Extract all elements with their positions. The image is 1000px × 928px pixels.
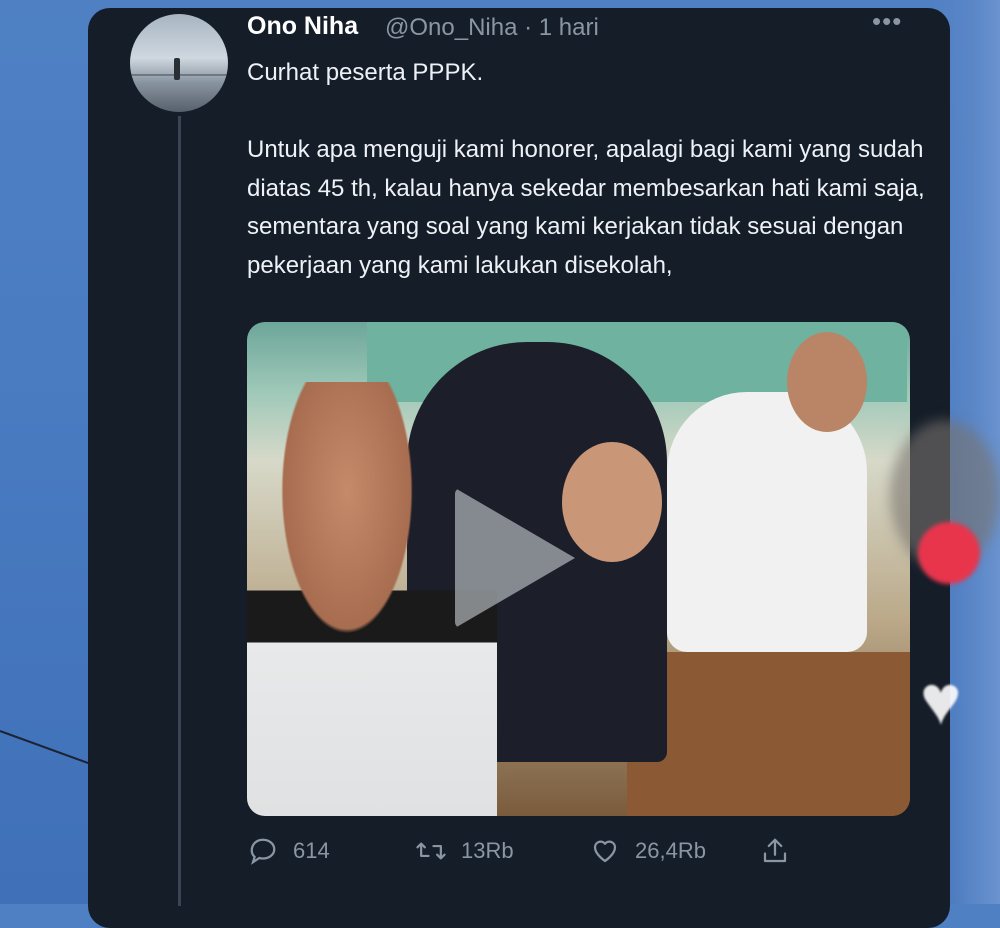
overlay-heart-icon: ♥ xyxy=(920,661,962,739)
reply-icon xyxy=(247,835,279,867)
video-person-right xyxy=(667,392,867,652)
reply-count: 614 xyxy=(293,838,330,863)
video-person-right-head xyxy=(787,332,867,432)
retweet-button[interactable]: 13Rb xyxy=(415,835,514,867)
avatar-figure xyxy=(174,58,180,80)
play-icon[interactable] xyxy=(455,488,575,628)
reply-button[interactable]: 614 xyxy=(247,835,330,867)
background-line xyxy=(0,730,90,765)
more-options-icon[interactable]: ••• xyxy=(872,6,902,37)
like-count: 26,4Rb xyxy=(635,838,706,863)
share-button[interactable] xyxy=(759,835,805,867)
record-indicator xyxy=(918,522,980,584)
like-button[interactable]: 26,4Rb xyxy=(589,835,706,867)
thread-line xyxy=(178,116,181,906)
retweet-count: 13Rb xyxy=(461,838,514,863)
author-handle-time[interactable]: @Ono_Niha · 1 hari xyxy=(385,14,599,42)
author-name[interactable]: Ono Niha xyxy=(247,12,358,41)
share-icon xyxy=(759,835,791,867)
avatar[interactable] xyxy=(130,14,228,112)
video-desk xyxy=(627,652,910,816)
heart-icon xyxy=(589,835,621,867)
retweet-icon xyxy=(415,835,447,867)
tweet-text: Curhat peserta PPPK. Untuk apa menguji k… xyxy=(247,59,925,279)
video-person-middle-face xyxy=(562,442,662,562)
tweet-video[interactable] xyxy=(247,322,910,816)
tweet-actions: 614 13Rb 26,4Rb xyxy=(247,835,887,875)
